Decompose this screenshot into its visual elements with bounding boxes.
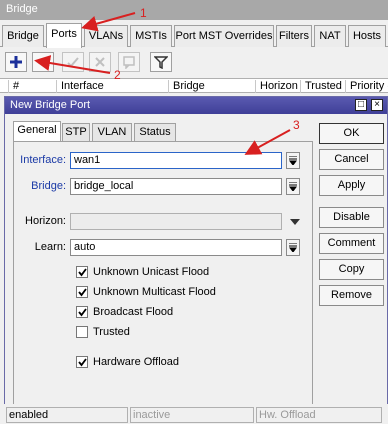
annotation-number-2: 2 bbox=[114, 68, 121, 82]
annotation-arrow-3 bbox=[244, 129, 291, 155]
annotation-arrow-1 bbox=[81, 12, 136, 32]
annotation-number-3: 3 bbox=[293, 118, 300, 132]
annotation-number-1: 1 bbox=[140, 6, 147, 20]
annotation-arrow-2 bbox=[34, 55, 111, 74]
annotation-overlay bbox=[34, 12, 291, 155]
